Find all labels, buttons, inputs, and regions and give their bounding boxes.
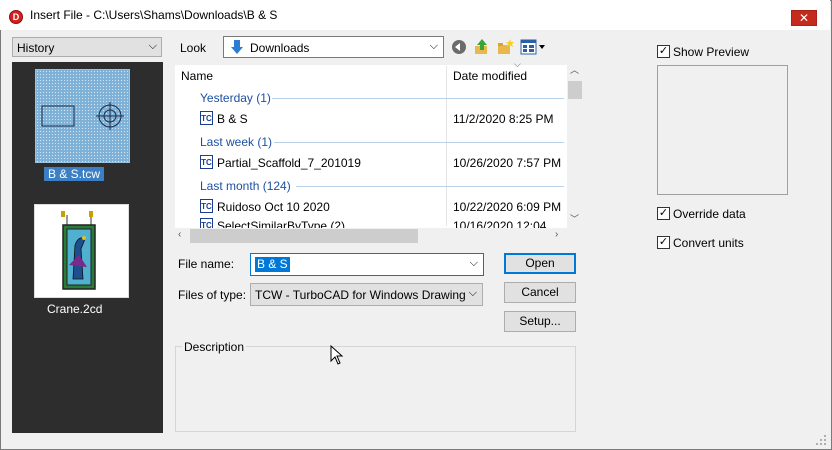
chevron-down-icon: ⌵ — [429, 40, 438, 52]
preview-pane — [657, 65, 788, 195]
file-name[interactable]: Ruidoso Oct 10 2020 — [217, 200, 330, 214]
group-divider — [272, 98, 564, 99]
scroll-up-icon[interactable]: ︿ — [570, 63, 579, 76]
sort-chevron-icon: ⌵ — [514, 59, 521, 69]
app-logo-icon: D — [9, 10, 23, 24]
file-date: 10/22/2020 6:09 PM — [453, 200, 562, 214]
history-dropdown[interactable]: History ⌵ — [12, 37, 162, 57]
view-menu-icon[interactable] — [520, 38, 546, 56]
file-name[interactable]: Partial_Scaffold_7_201019 — [217, 156, 361, 170]
file-name-label: File name: — [178, 257, 235, 271]
window-title: Insert File - C:\Users\Shams\Downloads\B… — [30, 8, 278, 22]
column-divider — [446, 66, 447, 226]
group-divider — [296, 186, 564, 187]
thumbnail-b-and-s[interactable] — [35, 69, 130, 163]
look-in-value: Downloads — [250, 41, 310, 55]
thumbnail-crane[interactable] — [34, 204, 129, 298]
group-divider — [274, 142, 564, 143]
back-icon[interactable] — [450, 38, 468, 56]
file-date: 10/16/2020 12:04 PM — [453, 219, 547, 228]
file-name-input[interactable]: B & S ⌵ — [250, 253, 484, 276]
file-date: 10/26/2020 7:57 PM — [453, 156, 562, 170]
turbocad-file-icon: TC — [200, 218, 213, 228]
description-group — [175, 346, 576, 432]
chevron-down-icon: ⌵ — [468, 287, 477, 299]
file-type-dropdown[interactable]: TCW - TurboCAD for Windows Drawing ⌵ — [250, 283, 483, 306]
vertical-scroll-thumb[interactable] — [568, 81, 582, 99]
file-name: SelectSimilarByType (2) — [217, 219, 346, 228]
resize-grip-icon[interactable] — [815, 434, 827, 446]
downloads-folder-icon — [231, 40, 243, 54]
description-label: Description — [182, 340, 247, 354]
group-header[interactable]: Last month (124) — [200, 179, 291, 193]
column-header-name[interactable]: Name — [181, 66, 213, 86]
chevron-down-icon: ⌵ — [148, 40, 157, 52]
thumbnail-label[interactable]: Crane.2cd — [47, 302, 102, 316]
file-type-value: TCW - TurboCAD for Windows Drawing — [255, 288, 466, 302]
group-header[interactable]: Last week (1) — [200, 135, 272, 149]
override-data-label[interactable]: Override data — [673, 207, 746, 221]
chevron-down-icon[interactable]: ⌵ — [470, 257, 478, 270]
override-data-checkbox[interactable]: ✓ — [657, 207, 670, 220]
mouse-cursor-icon — [330, 345, 344, 365]
file-type-label: Files of type: — [178, 288, 247, 302]
file-date: 11/2/2020 8:25 PM — [453, 112, 554, 126]
look-in-dropdown[interactable]: Downloads ⌵ — [223, 36, 444, 58]
up-folder-icon[interactable] — [473, 38, 491, 56]
show-preview-checkbox[interactable]: ✓ — [657, 45, 670, 58]
new-folder-icon[interactable] — [496, 38, 514, 56]
list-item-clipped[interactable]: TC SelectSimilarByType (2) 10/16/2020 12… — [175, 216, 567, 228]
turbocad-file-icon: TC — [200, 111, 213, 125]
stained-glass-preview-icon — [61, 211, 96, 290]
turbocad-file-icon: TC — [200, 155, 213, 169]
turbocad-file-icon: TC — [200, 199, 213, 213]
convert-units-label[interactable]: Convert units — [673, 236, 744, 250]
thumbnail-label[interactable]: B & S.tcw — [44, 167, 104, 181]
group-header[interactable]: Yesterday (1) — [200, 91, 271, 105]
open-button[interactable]: Open — [504, 253, 576, 274]
close-button[interactable]: ✕ — [791, 10, 817, 26]
scroll-left-icon[interactable]: ‹ — [178, 229, 181, 240]
file-name-value: B & S — [255, 257, 290, 272]
history-dropdown-value: History — [17, 41, 55, 55]
setup-button[interactable]: Setup... — [504, 311, 576, 332]
show-preview-label[interactable]: Show Preview — [673, 45, 749, 59]
cancel-button[interactable]: Cancel — [504, 282, 576, 303]
look-label: Look — [180, 41, 207, 55]
drawing-preview-icon — [41, 102, 124, 130]
scroll-right-icon[interactable]: › — [555, 229, 558, 240]
horizontal-scroll-thumb[interactable] — [190, 229, 418, 243]
file-name[interactable]: B & S — [217, 112, 248, 126]
scroll-down-icon[interactable]: ﹀ — [570, 212, 579, 225]
convert-units-checkbox[interactable]: ✓ — [657, 236, 670, 249]
